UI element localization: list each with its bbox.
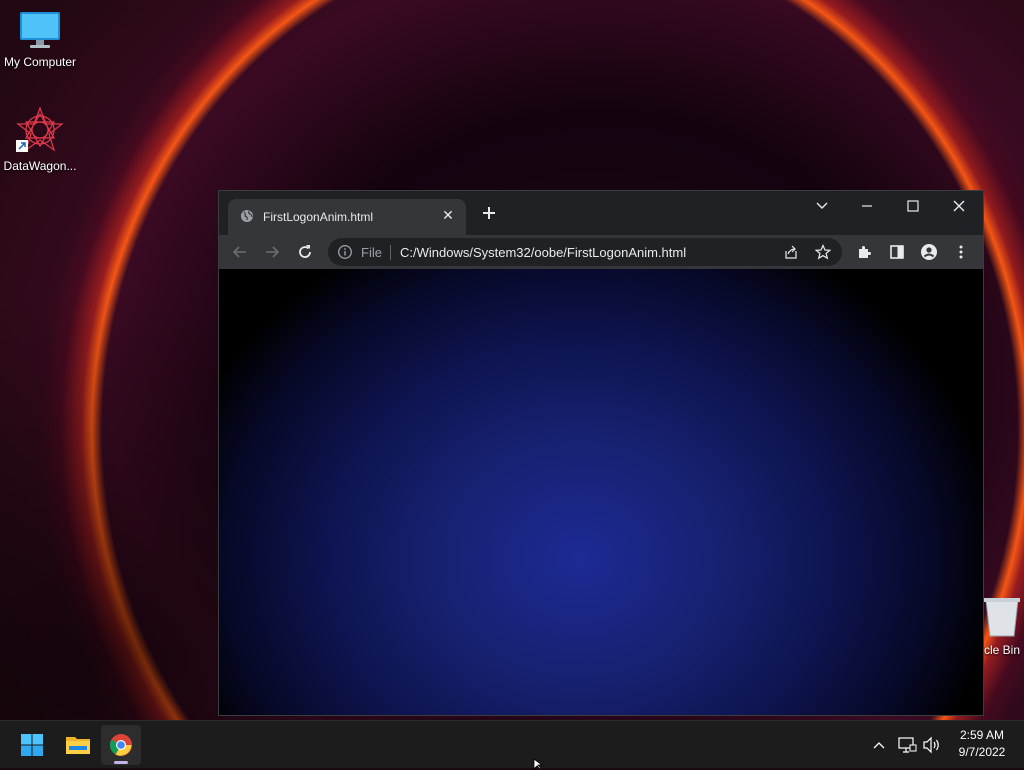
omnibox-separator	[390, 245, 391, 260]
side-panel-icon[interactable]	[888, 243, 906, 261]
share-icon[interactable]	[783, 244, 799, 260]
network-icon[interactable]	[897, 735, 917, 755]
tab-active[interactable]: FirstLogonAnim.html ✕	[228, 199, 466, 235]
desktop-icon-datawagon[interactable]: DataWagon...	[0, 106, 80, 173]
forward-arrow-icon[interactable]	[263, 243, 281, 261]
chrome-taskbar-button[interactable]	[101, 725, 141, 765]
profile-avatar-icon[interactable]	[920, 243, 938, 261]
datawagon-logo-icon	[16, 106, 64, 152]
kebab-menu-icon[interactable]	[952, 243, 970, 261]
tab-strip: FirstLogonAnim.html ✕	[219, 191, 983, 235]
info-icon[interactable]	[337, 244, 353, 260]
taskbar: 2:59 AM 9/7/2022	[0, 720, 1024, 768]
scheme-label: File	[361, 245, 382, 260]
monitor-icon	[20, 12, 60, 48]
tray-overflow-chevron-icon[interactable]	[870, 736, 888, 754]
close-window-icon[interactable]	[944, 197, 974, 215]
browser-toolbar: File C:/Windows/System32/oobe/FirstLogon…	[219, 235, 983, 269]
address-bar[interactable]: File C:/Windows/System32/oobe/FirstLogon…	[328, 238, 842, 266]
back-arrow-icon[interactable]	[231, 243, 249, 261]
reload-icon[interactable]	[296, 243, 314, 261]
tab-search-chevron-icon[interactable]	[807, 197, 837, 215]
file-explorer-button[interactable]	[57, 725, 97, 765]
desktop-icon-label: My Computer	[3, 55, 77, 69]
desktop-icon-label: DataWagon...	[3, 159, 77, 173]
mouse-cursor-icon	[533, 758, 544, 770]
folder-icon	[66, 737, 90, 754]
clock-time: 2:59 AM	[959, 728, 1005, 742]
globe-icon	[241, 210, 253, 222]
minimize-icon[interactable]	[852, 197, 882, 215]
volume-icon[interactable]	[922, 735, 942, 755]
windows-logo-icon	[21, 734, 43, 756]
extensions-puzzle-icon[interactable]	[856, 243, 874, 261]
maximize-icon[interactable]	[898, 197, 928, 215]
recycle-bin-icon	[984, 598, 1020, 637]
chrome-icon	[110, 734, 132, 756]
start-button[interactable]	[12, 725, 52, 765]
bookmark-star-icon[interactable]	[815, 244, 831, 260]
clock-date: 9/7/2022	[958, 745, 1006, 759]
tab-title: FirstLogonAnim.html	[263, 210, 374, 224]
tab-close-icon[interactable]: ✕	[440, 207, 456, 223]
system-clock[interactable]: 2:59 AM 9/7/2022	[948, 727, 1016, 761]
new-tab-icon[interactable]	[481, 205, 497, 221]
running-indicator	[114, 761, 128, 764]
page-content-animation	[219, 269, 983, 715]
url-text[interactable]: C:/Windows/System32/oobe/FirstLogonAnim.…	[400, 245, 686, 260]
desktop-icon-my-computer[interactable]: My Computer	[0, 10, 80, 69]
chrome-window: FirstLogonAnim.html ✕ File C:/Windows/Sy…	[218, 190, 984, 716]
